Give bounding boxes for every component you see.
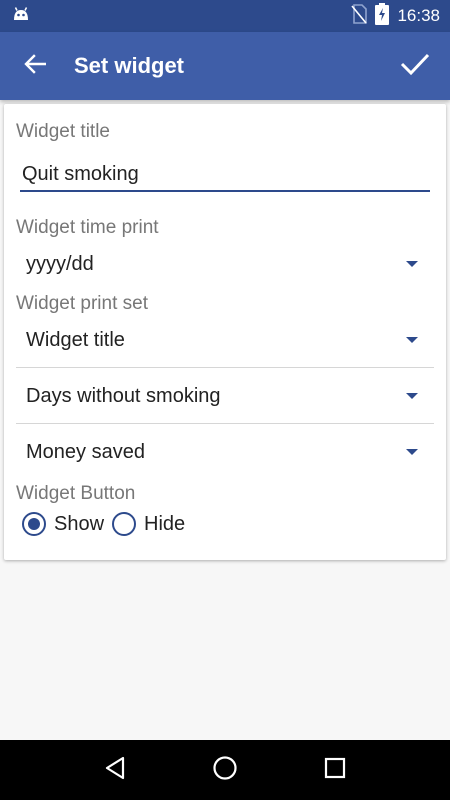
confirm-button[interactable] — [380, 32, 450, 100]
app-bar: Set widget — [0, 32, 450, 100]
system-nav-bar — [0, 740, 450, 800]
chevron-down-icon — [406, 449, 418, 455]
widget-button-radio-group: Show Hide — [22, 512, 193, 536]
home-circle-icon — [212, 755, 238, 786]
time-print-dropdown[interactable]: yyyy/dd — [16, 238, 434, 290]
radio-hide-label: Hide — [144, 512, 186, 535]
back-button[interactable] — [0, 32, 70, 100]
widget-button-label: Widget Button — [16, 483, 136, 504]
no-sim-icon — [351, 3, 368, 29]
chevron-down-icon — [406, 337, 418, 343]
back-triangle-icon — [104, 756, 126, 785]
recents-square-icon — [324, 757, 346, 784]
widget-title-label: Widget title — [16, 121, 110, 142]
nav-home-button[interactable] — [200, 745, 250, 795]
widget-settings-card: Widget title Widget time print yyyy/dd W… — [4, 104, 446, 560]
status-icons: 16:38 — [351, 2, 440, 30]
print-set-value: Money saved — [26, 440, 145, 463]
chevron-down-icon — [406, 393, 418, 399]
print-set-value: Widget title — [26, 328, 125, 351]
print-set-value: Days without smoking — [26, 384, 221, 407]
battery-charging-icon — [375, 2, 390, 30]
android-icon — [12, 6, 30, 27]
widget-title-input[interactable] — [20, 158, 430, 192]
divider — [16, 367, 434, 368]
arrow-back-icon — [24, 53, 47, 79]
radio-hide[interactable]: Hide — [112, 512, 185, 536]
radio-show-label: Show — [54, 512, 105, 535]
print-set-dropdown-1[interactable]: Widget title — [16, 314, 434, 366]
radio-show[interactable]: Show — [22, 512, 104, 536]
print-set-label: Widget print set — [16, 293, 148, 314]
time-print-value: yyyy/dd — [26, 252, 94, 275]
radio-dot — [28, 518, 40, 530]
time-print-label: Widget time print — [16, 217, 159, 238]
nav-recents-button[interactable] — [310, 745, 360, 795]
radio-selected-icon — [22, 512, 46, 536]
page-title: Set widget — [74, 53, 185, 78]
radio-unselected-icon — [112, 512, 137, 536]
divider — [16, 423, 434, 424]
nav-back-button[interactable] — [90, 745, 140, 795]
chevron-down-icon — [406, 261, 418, 267]
print-set-dropdown-3[interactable]: Money saved — [16, 426, 434, 478]
status-time: 16:38 — [397, 6, 440, 25]
status-bar: 16:38 — [0, 0, 450, 32]
check-icon — [400, 52, 430, 81]
print-set-dropdown-2[interactable]: Days without smoking — [16, 370, 434, 422]
